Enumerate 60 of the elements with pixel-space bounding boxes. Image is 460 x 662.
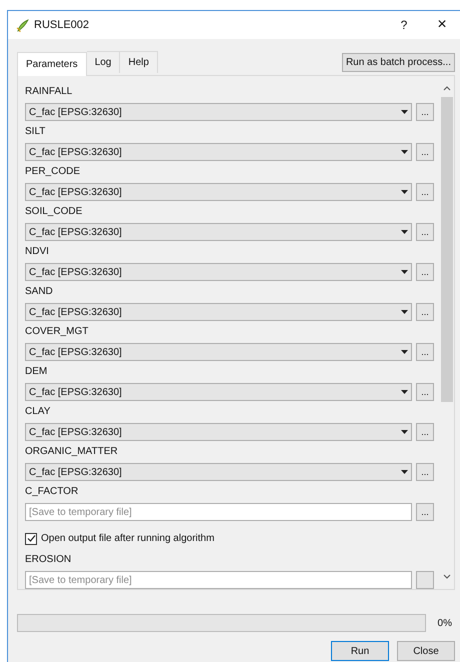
window-title: RUSLE002 bbox=[34, 18, 90, 33]
tab[interactable]: Log bbox=[86, 51, 120, 73]
close-button[interactable]: × bbox=[432, 13, 452, 37]
browse-button[interactable]: ... bbox=[416, 463, 434, 481]
scroll-down-icon[interactable] bbox=[443, 574, 451, 579]
parameter-label: C_FACTOR bbox=[25, 485, 78, 499]
dropdown-arrow-icon bbox=[401, 390, 408, 394]
checkbox-label: Open output file after running algorithm bbox=[41, 532, 214, 546]
browse-button[interactable]: ... bbox=[416, 423, 434, 441]
layer-dropdown[interactable]: C_fac [EPSG:32630] bbox=[25, 183, 412, 201]
browse-button[interactable]: ... bbox=[416, 503, 434, 521]
browse-button[interactable]: ... bbox=[416, 263, 434, 281]
scroll-up-icon[interactable] bbox=[443, 86, 451, 91]
layer-dropdown[interactable]: C_fac [EPSG:32630] bbox=[25, 383, 412, 401]
layer-dropdown[interactable]: C_fac [EPSG:32630] bbox=[25, 103, 412, 121]
tab[interactable]: Help bbox=[120, 51, 158, 73]
dropdown-arrow-icon bbox=[401, 310, 408, 314]
tab[interactable]: Parameters bbox=[17, 52, 87, 76]
dropdown-arrow-icon bbox=[401, 470, 408, 474]
parameter-label: DEM bbox=[25, 365, 48, 379]
dropdown-arrow-icon bbox=[401, 190, 408, 194]
parameter-label: NDVI bbox=[25, 245, 49, 259]
dropdown-arrow-icon bbox=[401, 430, 408, 434]
parameter-label: ORGANIC_MATTER bbox=[25, 445, 118, 459]
layer-dropdown[interactable]: C_fac [EPSG:32630] bbox=[25, 143, 412, 161]
help-button[interactable]: ? bbox=[394, 16, 414, 34]
parameter-label: SAND bbox=[25, 285, 53, 299]
browse-button[interactable]: ... bbox=[416, 183, 434, 201]
parameter-label: CLAY bbox=[25, 405, 50, 419]
dialog-button[interactable]: Close bbox=[397, 641, 455, 661]
dropdown-arrow-icon bbox=[401, 110, 408, 114]
checkbox[interactable] bbox=[25, 532, 37, 544]
layer-dropdown[interactable]: C_fac [EPSG:32630] bbox=[25, 263, 412, 281]
browse-button[interactable]: ... bbox=[416, 223, 434, 241]
dropdown-arrow-icon bbox=[401, 270, 408, 274]
progress-reading: 0% bbox=[438, 616, 452, 630]
parameter-label: RAINFALL bbox=[25, 85, 72, 99]
dialog-button[interactable]: Run bbox=[331, 641, 389, 661]
layer-dropdown[interactable]: C_fac [EPSG:32630] bbox=[25, 303, 412, 321]
output-field[interactable]: [Save to temporary file] bbox=[25, 571, 412, 589]
layer-dropdown[interactable]: C_fac [EPSG:32630] bbox=[25, 223, 412, 241]
leaf-icon bbox=[16, 18, 29, 32]
parameter-label: PER_CODE bbox=[25, 165, 80, 179]
browse-button[interactable]: ... bbox=[416, 143, 434, 161]
parameter-label: SILT bbox=[25, 125, 46, 139]
layer-dropdown[interactable]: C_fac [EPSG:32630] bbox=[25, 463, 412, 481]
batch-process-button[interactable]: Run as batch process... bbox=[342, 53, 455, 72]
layer-dropdown[interactable]: C_fac [EPSG:32630] bbox=[25, 423, 412, 441]
dropdown-arrow-icon bbox=[401, 230, 408, 234]
browse-button[interactable]: ... bbox=[416, 103, 434, 121]
dropdown-arrow-icon bbox=[401, 350, 408, 354]
parameter-label: COVER_MGT bbox=[25, 325, 88, 339]
browse-button[interactable]: ... bbox=[416, 303, 434, 321]
browse-button[interactable]: ... bbox=[416, 383, 434, 401]
parameter-label: EROSION bbox=[25, 553, 72, 567]
browse-button[interactable]: ... bbox=[416, 343, 434, 361]
parameter-label: SOIL_CODE bbox=[25, 205, 82, 219]
output-field[interactable]: [Save to temporary file] bbox=[25, 503, 412, 521]
dropdown-arrow-icon bbox=[401, 150, 408, 154]
layer-dropdown[interactable]: C_fac [EPSG:32630] bbox=[25, 343, 412, 361]
